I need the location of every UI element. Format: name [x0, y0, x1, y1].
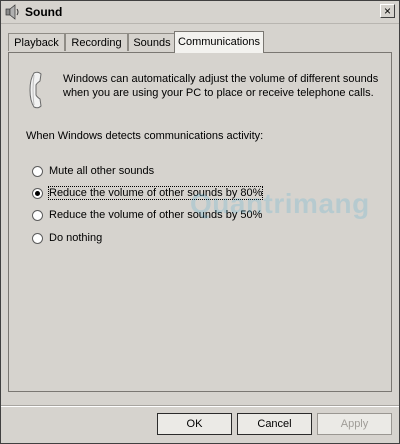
- title-bar[interactable]: Sound ×: [1, 1, 399, 24]
- communications-description: Windows can automatically adjust the vol…: [63, 73, 379, 99]
- speaker-icon: [5, 4, 19, 20]
- radio-button[interactable]: [32, 166, 43, 177]
- window-title: Sound: [25, 5, 63, 19]
- communications-panel: [8, 52, 392, 392]
- option-label: Mute all other sounds: [49, 165, 155, 177]
- option-label: Do nothing: [49, 232, 103, 244]
- tab-communications[interactable]: Communications: [174, 31, 264, 53]
- ok-button[interactable]: OK: [157, 413, 232, 435]
- watermark: Quantrimang: [190, 188, 370, 219]
- close-button[interactable]: ×: [380, 4, 395, 18]
- footer-divider: [1, 405, 399, 407]
- apply-button[interactable]: Apply: [317, 413, 392, 435]
- section-label: When Windows detects communications acti…: [26, 130, 264, 142]
- sound-dialog: Sound × Playback Recording Sounds Commun…: [0, 0, 400, 444]
- phone-icon: [29, 71, 42, 109]
- tab-sounds[interactable]: Sounds: [128, 33, 176, 51]
- radio-button[interactable]: [32, 210, 43, 221]
- tab-recording[interactable]: Recording: [65, 33, 128, 51]
- tab-playback[interactable]: Playback: [8, 33, 65, 51]
- radio-button-selected[interactable]: [32, 188, 43, 199]
- cancel-button[interactable]: Cancel: [237, 413, 312, 435]
- radio-button[interactable]: [32, 233, 43, 244]
- radio-dot: [35, 191, 40, 196]
